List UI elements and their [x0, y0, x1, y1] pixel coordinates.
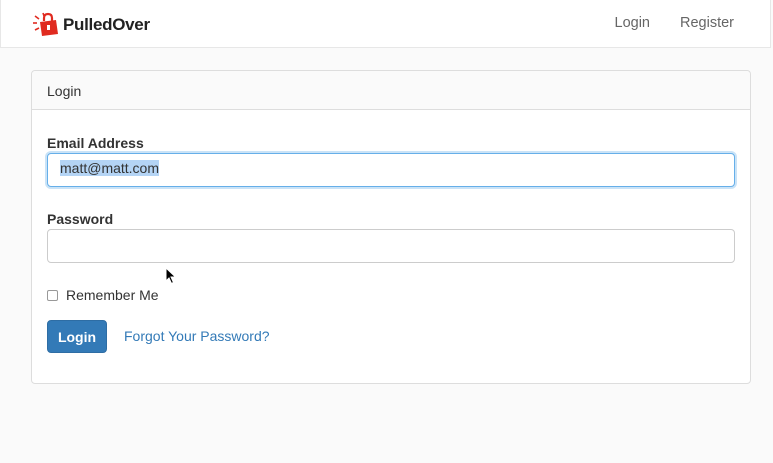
- forgot-password-link[interactable]: Forgot Your Password?: [124, 328, 270, 344]
- login-panel: Login Email Address matt@matt.com Passwo…: [31, 70, 751, 384]
- nav-login-link[interactable]: Login: [615, 15, 650, 31]
- brand-name: PulledOver: [63, 15, 150, 34]
- email-input[interactable]: matt@matt.com: [47, 153, 735, 187]
- lock-logo-icon: [33, 12, 58, 36]
- nav-register-link[interactable]: Register: [680, 15, 734, 31]
- password-input[interactable]: [47, 229, 735, 263]
- top-navbar: PulledOver Login Register: [0, 0, 771, 48]
- mouse-pointer-icon: [165, 267, 177, 285]
- email-value: matt@matt.com: [60, 160, 160, 176]
- remember-me: Remember Me: [47, 287, 159, 303]
- login-button[interactable]: Login: [47, 320, 107, 353]
- remember-label[interactable]: Remember Me: [66, 287, 159, 303]
- email-label: Email Address: [47, 135, 144, 151]
- nav-links: Login Register: [615, 15, 734, 31]
- password-label: Password: [47, 211, 114, 227]
- remember-checkbox[interactable]: [47, 289, 58, 301]
- brand-link[interactable]: PulledOver: [32, 12, 150, 38]
- panel-heading: Login: [32, 71, 750, 110]
